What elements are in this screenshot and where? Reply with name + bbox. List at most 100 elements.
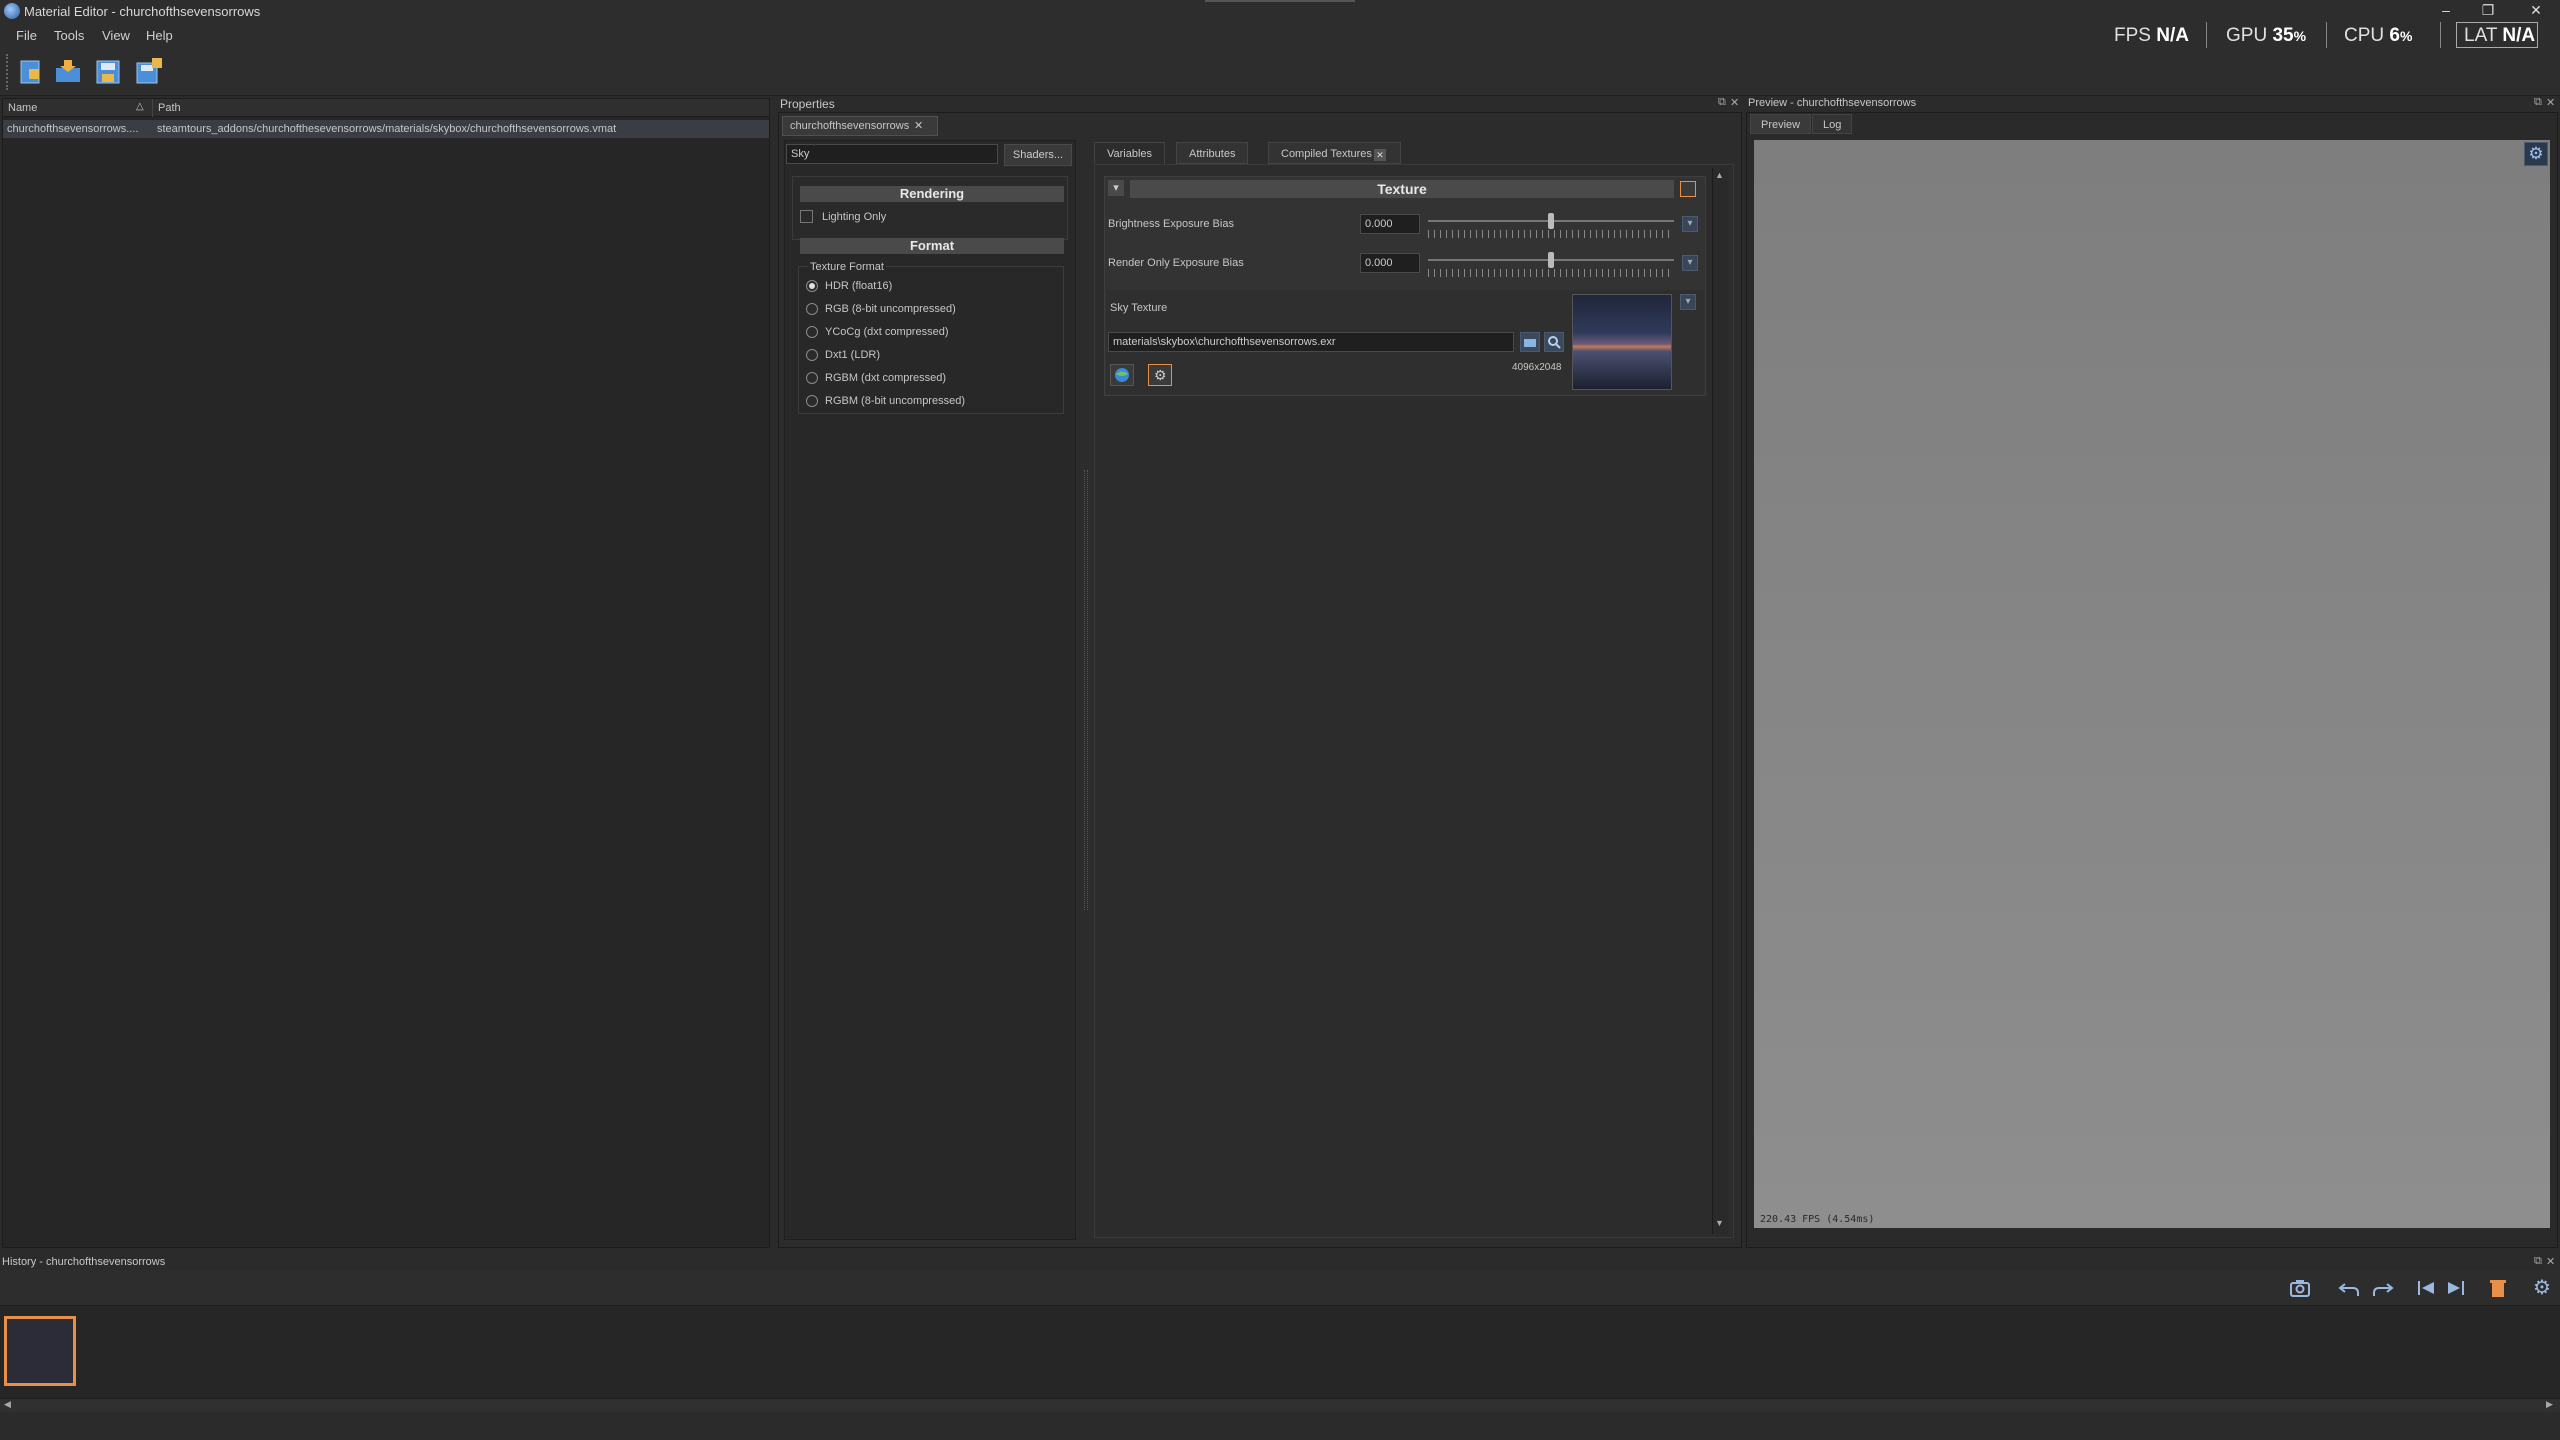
float-icon[interactable]: ⧉	[1718, 96, 1726, 109]
close-icon[interactable]: ✕	[2546, 96, 2555, 109]
gpu-value: 35	[2272, 25, 2294, 46]
close-icon[interactable]: ✕	[2546, 1255, 2555, 1268]
title-bar	[0, 0, 2560, 22]
preview-title: Preview - churchofthsevensorrows	[1748, 97, 1917, 109]
history-toolbar	[0, 1270, 2560, 1306]
column-path[interactable]: Path	[158, 102, 181, 114]
render-only-value-input[interactable]: 0.000	[1360, 253, 1420, 273]
collapse-icon[interactable]: ▾	[1108, 180, 1124, 196]
history-thumbnail[interactable]	[4, 1316, 76, 1386]
splitter-handle[interactable]	[1084, 470, 1088, 910]
save-icon	[96, 60, 120, 84]
restore-button[interactable]: ❐	[2468, 0, 2508, 22]
app-icon	[4, 3, 20, 19]
variables-scrollbar[interactable]	[1712, 168, 1728, 1234]
history-settings-button[interactable]: ⚙	[2528, 1274, 2556, 1302]
menu-help[interactable]: Help	[146, 28, 173, 43]
skip-last-icon	[2448, 1281, 2464, 1295]
dropdown-icon: ▾	[1685, 296, 1691, 307]
scroll-right-icon[interactable]: ▶	[2546, 1399, 2553, 1410]
shaders-button[interactable]: Shaders...	[1004, 144, 1072, 166]
format-radio-rgb[interactable]	[806, 303, 818, 315]
fps-readout: FPS N/A	[2114, 25, 2189, 47]
close-window-button[interactable]: ✕	[2516, 0, 2556, 22]
trash-icon	[2490, 1280, 2506, 1297]
scroll-up-icon[interactable]: ▲	[1715, 170, 1724, 180]
tab-log[interactable]: Log	[1812, 114, 1853, 134]
redo-button[interactable]	[2368, 1274, 2396, 1302]
save-button[interactable]	[92, 56, 124, 88]
row-path: steamtours_addons/churchofthesevensorrow…	[157, 123, 617, 135]
history-scrollbar[interactable]	[0, 1398, 2560, 1412]
last-step-button[interactable]	[2442, 1274, 2470, 1302]
sky-texture-dropdown[interactable]: ▾	[1680, 294, 1696, 310]
brightness-value-input[interactable]: 0.000	[1360, 214, 1420, 234]
render-only-label: Render Only Exposure Bias	[1108, 257, 1244, 269]
brightness-dropdown[interactable]: ▾	[1682, 216, 1698, 232]
slider-handle[interactable]	[1548, 213, 1554, 229]
viewport-settings-button[interactable]: ⚙	[2524, 142, 2548, 166]
close-tab-icon[interactable]: ✕	[914, 119, 923, 132]
toolbar-grip[interactable]	[6, 54, 8, 90]
new-material-button[interactable]	[14, 56, 46, 88]
gpu-percent: %	[2293, 28, 2307, 44]
texture-settings-button[interactable]: ⚙	[1148, 364, 1172, 386]
globe-icon	[1115, 368, 1129, 382]
cpu-readout: CPU 6%	[2344, 25, 2412, 47]
browse-folder-button[interactable]	[1520, 332, 1540, 352]
brightness-label: Brightness Exposure Bias	[1108, 218, 1234, 230]
history-title: History - churchofthsevensorrows	[2, 1256, 166, 1268]
save-all-icon	[136, 58, 162, 84]
open-material-button[interactable]	[52, 56, 84, 88]
render-only-slider[interactable]	[1428, 249, 1674, 279]
preview-viewport[interactable]	[1754, 140, 2550, 1228]
perf-separator	[2440, 22, 2441, 48]
redo-icon	[2373, 1283, 2394, 1296]
sky-texture-path-input[interactable]: materials\skybox\churchofthsevensorrows.…	[1108, 332, 1514, 352]
camera-icon	[2290, 1280, 2310, 1297]
tab-variables[interactable]: Variables	[1094, 142, 1166, 164]
clear-history-button[interactable]	[2484, 1274, 2512, 1302]
screenshot-button[interactable]	[2286, 1274, 2314, 1302]
texture-header: Texture	[1130, 180, 1674, 198]
tab-attributes[interactable]: Attributes	[1176, 142, 1249, 164]
scroll-down-icon[interactable]: ▼	[1715, 1218, 1724, 1228]
find-asset-button[interactable]	[1544, 332, 1564, 352]
slider-handle[interactable]	[1548, 252, 1554, 268]
minimize-button[interactable]: –	[2426, 0, 2466, 22]
compiled-close-icon[interactable]: ✕	[1374, 149, 1386, 161]
format-header: Format	[800, 238, 1064, 254]
scroll-left-icon[interactable]: ◀	[4, 1399, 11, 1410]
cpu-label: CPU	[2344, 25, 2385, 46]
format-radio-rgbm-8bit[interactable]	[806, 395, 818, 407]
format-radio-hdr[interactable]	[806, 280, 818, 292]
format-label-rgbm-8bit: RGBM (8-bit uncompressed)	[825, 395, 965, 407]
float-icon[interactable]: ⧉	[2534, 96, 2542, 109]
reset-group-icon[interactable]	[1680, 181, 1696, 197]
lighting-only-checkbox[interactable]	[800, 210, 813, 223]
format-radio-dxt1[interactable]	[806, 349, 818, 361]
close-icon[interactable]: ✕	[1730, 96, 1739, 109]
float-icon[interactable]: ⧉	[2534, 1255, 2542, 1268]
menu-tools[interactable]: Tools	[54, 28, 84, 43]
menu-file[interactable]: File	[16, 28, 37, 43]
format-radio-ycocg[interactable]	[806, 326, 818, 338]
shader-input[interactable]: Sky	[786, 144, 998, 164]
open-texture-button[interactable]	[1110, 364, 1134, 386]
sky-texture-thumbnail[interactable]	[1572, 294, 1672, 390]
menu-view[interactable]: View	[102, 28, 130, 43]
fps-label: FPS	[2114, 25, 2151, 46]
brightness-slider[interactable]	[1428, 210, 1674, 240]
rendering-header: Rendering	[800, 186, 1064, 202]
tab-preview[interactable]: Preview	[1750, 114, 1812, 134]
lat-value: N/A	[2502, 25, 2536, 46]
undo-button[interactable]	[2336, 1274, 2364, 1302]
render-only-dropdown[interactable]: ▾	[1682, 255, 1698, 271]
preview-fps-readout: 220.43 FPS (4.54ms)	[1760, 1214, 1875, 1225]
gear-icon: ⚙	[1154, 367, 1167, 383]
format-radio-rgbm-dxt[interactable]	[806, 372, 818, 384]
column-divider[interactable]	[152, 99, 153, 117]
save-all-button[interactable]	[132, 56, 164, 88]
column-name[interactable]: Name	[8, 102, 37, 114]
first-step-button[interactable]	[2412, 1274, 2440, 1302]
